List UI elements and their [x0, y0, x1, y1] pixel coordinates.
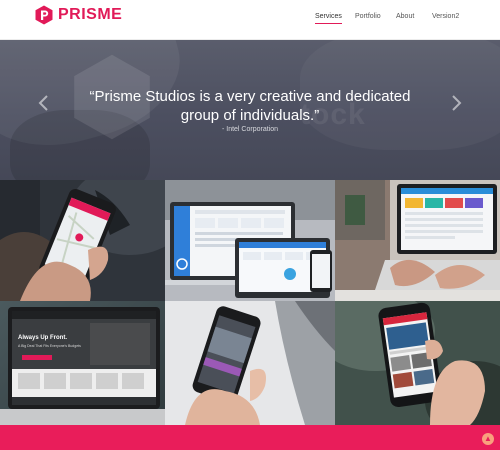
testimonial-author: - Intel Corporation [221, 126, 279, 133]
site-header: PRISME Services Portfolio About Version2 [0, 0, 500, 40]
nav-item-label: Version2 [432, 13, 460, 20]
laptop-dashboard-image [335, 180, 500, 301]
nav-item-portfolio[interactable]: Portfolio [355, 12, 381, 21]
dashboard-devices-image [165, 180, 335, 301]
prisme-logo-icon [35, 5, 53, 25]
chevron-left-icon[interactable] [37, 94, 51, 112]
portfolio-tile-phone-hand[interactable] [165, 301, 335, 425]
portfolio-tile-phone-news[interactable] [335, 301, 500, 425]
footer-band: ▲ [0, 425, 500, 450]
testimonial-slider: tock “Prisme Studios is a very creative … [0, 40, 500, 180]
phone-news-image [335, 301, 500, 425]
phone-map-image [0, 180, 165, 301]
testimonial-quote: “Prisme Studios is a very creative and d… [89, 88, 411, 124]
portfolio-tile-laptop-website[interactable]: Always Up Front. A Big Deal That Fits Ev… [0, 301, 165, 425]
brand-logo[interactable]: PRISME [35, 5, 122, 25]
back-to-top-button[interactable]: ▲ [482, 433, 494, 445]
brand-name: PRISME [58, 6, 123, 23]
nav-item-label: Services [315, 13, 342, 20]
portfolio-tile-phone-map[interactable] [0, 180, 165, 301]
nav-item-label: Portfolio [355, 13, 381, 20]
nav-item-about[interactable]: About [396, 12, 414, 21]
laptop-website-image [0, 301, 165, 425]
phone-hand-image [165, 301, 335, 425]
laptop-site-subline: A Big Deal That Fits Everyone's Budgets [18, 344, 81, 348]
portfolio-tile-dashboard-devices[interactable] [165, 180, 335, 301]
arrow-up-icon: ▲ [484, 434, 492, 443]
portfolio-tile-laptop-dashboard[interactable] [335, 180, 500, 301]
nav-item-version2[interactable]: Version2 [432, 12, 459, 21]
chevron-right-icon[interactable] [449, 94, 463, 112]
nav-active-underline [315, 23, 342, 24]
nav-item-label: About [396, 13, 415, 20]
laptop-site-headline: Always Up Front. [18, 335, 68, 341]
nav-item-services[interactable]: Services [315, 12, 342, 24]
